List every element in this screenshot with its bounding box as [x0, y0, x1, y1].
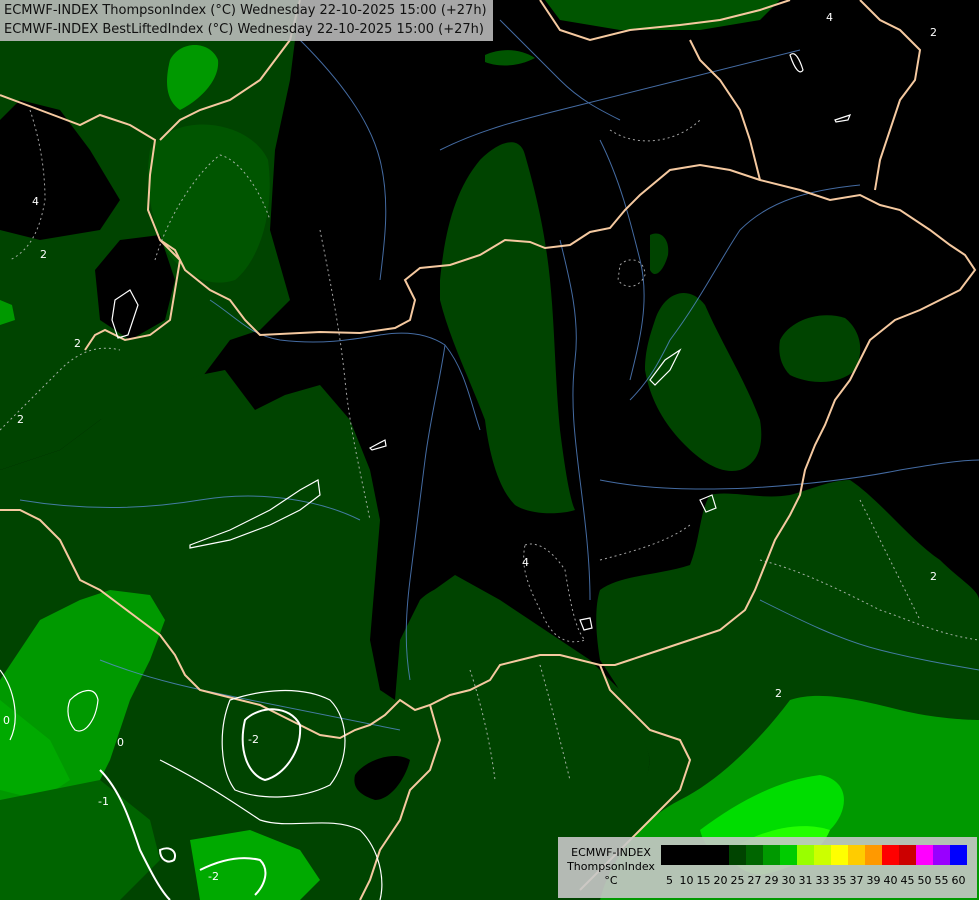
legend-swatch [729, 845, 746, 865]
legend-tick: 31 [798, 874, 813, 887]
contour-label: 4 [32, 195, 39, 208]
contour-label: 2 [930, 570, 937, 583]
contour-label: 2 [17, 413, 24, 426]
legend-swatch [712, 845, 729, 865]
legend-title: ECMWF-INDEX ThompsonIndex °C [562, 846, 660, 888]
legend-swatch [865, 845, 882, 865]
legend-tick: 40 [883, 874, 898, 887]
legend-tick: 29 [764, 874, 779, 887]
legend-tick: 20 [713, 874, 728, 887]
contour-label: 2 [40, 248, 47, 261]
legend-swatch [797, 845, 814, 865]
legend-tick: 37 [849, 874, 864, 887]
contour-label: 2 [775, 687, 782, 700]
title-line-thompson: ECMWF-INDEX ThompsonIndex (°C) Wednesday… [4, 3, 487, 18]
weather-map: 4 2 2 2 4 2 0 0 -1 -2 -2 4 2 2 [0, 0, 979, 900]
contour-label: 4 [522, 556, 529, 569]
legend-tick: 5 [666, 874, 673, 887]
legend-swatch [814, 845, 831, 865]
legend-swatch [916, 845, 933, 865]
legend-tick: 15 [696, 874, 711, 887]
legend-unit: °C [604, 874, 618, 887]
legend-swatch [763, 845, 780, 865]
contour-label: 0 [3, 714, 10, 727]
legend-ticks: 5 10 15 20 25 27 29 30 31 33 35 37 39 40 45 50 55 60 [661, 874, 967, 887]
legend-swatch [831, 845, 848, 865]
contour-label: 2 [74, 337, 81, 350]
contour-label: 0 [117, 736, 124, 749]
legend-swatch [882, 845, 899, 865]
map-title-block: ECMWF-INDEX ThompsonIndex (°C) Wednesday… [0, 0, 493, 41]
legend-tick: 25 [730, 874, 745, 887]
legend-swatch [661, 845, 678, 865]
legend-index: ThompsonIndex [567, 860, 655, 873]
legend-swatch [746, 845, 763, 865]
legend-swatch [678, 845, 695, 865]
legend-swatch [780, 845, 797, 865]
legend-model: ECMWF-INDEX [571, 846, 651, 859]
legend-swatch [695, 845, 712, 865]
legend-tick: 10 [679, 874, 694, 887]
legend-tick: 39 [866, 874, 881, 887]
contour-label: 2 [930, 26, 937, 39]
title-line-lifted: ECMWF-INDEX BestLiftedIndex (°C) Wednesd… [4, 22, 484, 37]
legend-tick: 35 [832, 874, 847, 887]
contour-label: -1 [98, 795, 109, 808]
legend-tick: 50 [917, 874, 932, 887]
legend-swatch [950, 845, 967, 865]
legend-tick: 30 [781, 874, 796, 887]
legend-swatch [899, 845, 916, 865]
contour-label: 4 [826, 11, 833, 24]
legend-tick: 27 [747, 874, 762, 887]
contour-label: -2 [208, 870, 219, 883]
legend-swatch [848, 845, 865, 865]
legend-tick: 55 [934, 874, 949, 887]
legend-tick: 60 [951, 874, 966, 887]
legend-swatch [933, 845, 950, 865]
legend-tick: 33 [815, 874, 830, 887]
legend-tick: 45 [900, 874, 915, 887]
contour-label: -2 [248, 733, 259, 746]
legend-swatches [661, 845, 967, 865]
color-legend: ECMWF-INDEX ThompsonIndex °C 5 10 15 20 25 27… [558, 837, 977, 898]
